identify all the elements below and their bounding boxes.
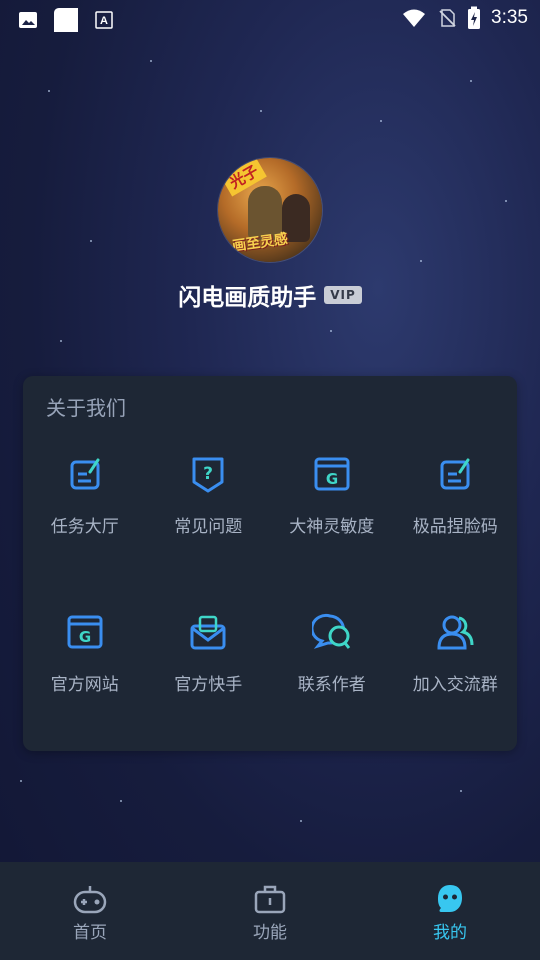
svg-text:G: G [326,470,338,488]
g-window-icon: G [67,615,103,649]
avatar-caption: 画至灵感 [231,231,289,255]
grid-item-label: 加入交流群 [412,675,498,695]
tab-mine[interactable]: 我的 [360,862,540,960]
grid-item-task-hall[interactable]: 任务大厅 [23,454,147,612]
grid-item-label: 极品捏脸码 [412,517,498,537]
grid-item-join-group[interactable]: 加入交流群 [394,612,518,770]
a-box-icon: A [95,11,113,29]
edit-note-icon [440,458,470,490]
grid-item-label: 大神灵敏度 [289,517,375,537]
edit-note-icon [70,458,100,490]
grid-item-label: 任务大厅 [50,517,119,537]
mail-tray-icon [190,615,226,650]
toolbox-icon [254,885,286,914]
grid-item-faq[interactable]: ? 常见问题 [147,454,271,612]
grid-item-label: 官方快手 [174,675,243,695]
tab-label: 我的 [433,923,467,943]
wifi-icon [403,9,426,27]
tab-features[interactable]: 功能 [180,862,360,960]
tab-label: 功能 [253,923,287,943]
grid-item-label: 官方网站 [50,675,119,695]
grid-item-official-site[interactable]: G 官方网站 [23,612,147,770]
g-window-icon: G [314,457,350,491]
chat-bubbles-icon [311,614,350,649]
bottom-tab-bar: 首页 功能 我的 [0,862,540,960]
status-bar: A 3:35 [0,0,540,36]
about-grid: 任务大厅 ? 常见问题 G 大神灵敏度 极品捏脸码 G 官方网站 官方快手 联系… [23,454,517,770]
mascot-icon [438,885,462,912]
grid-item-kuaishou[interactable]: 官方快手 [147,612,271,770]
grid-item-face-code[interactable]: 极品捏脸码 [394,454,518,612]
about-us-card: 关于我们 任务大厅 ? 常见问题 G 大神灵敏度 极品捏脸码 G 官方网站 官方… [23,376,517,751]
group-users-icon [437,615,474,650]
battery-charging-icon [468,6,481,29]
tab-home[interactable]: 首页 [0,862,180,960]
grid-item-label: 联系作者 [297,675,366,695]
avatar[interactable]: 光子 画至灵感 [218,158,322,262]
question-shield-icon: ? [192,457,224,493]
square-app-icon [54,8,78,32]
app-name: 闪电画质助手 [178,285,317,311]
image-icon [19,12,37,28]
grid-item-sensitivity[interactable]: G 大神灵敏度 [270,454,394,612]
svg-text:G: G [79,628,91,646]
svg-text:A: A [100,15,108,27]
grid-item-contact-author[interactable]: 联系作者 [270,612,394,770]
grid-item-label: 常见问题 [174,517,243,537]
gamepad-icon [73,886,107,914]
svg-text:?: ? [203,464,213,484]
no-sim-icon [439,9,456,27]
tab-label: 首页 [73,923,107,943]
vip-badge: VIP [324,286,362,304]
profile-name-row: 闪电画质助手 VIP [0,278,540,312]
status-time: 3:35 [491,7,528,28]
card-title: 关于我们 [46,396,126,420]
